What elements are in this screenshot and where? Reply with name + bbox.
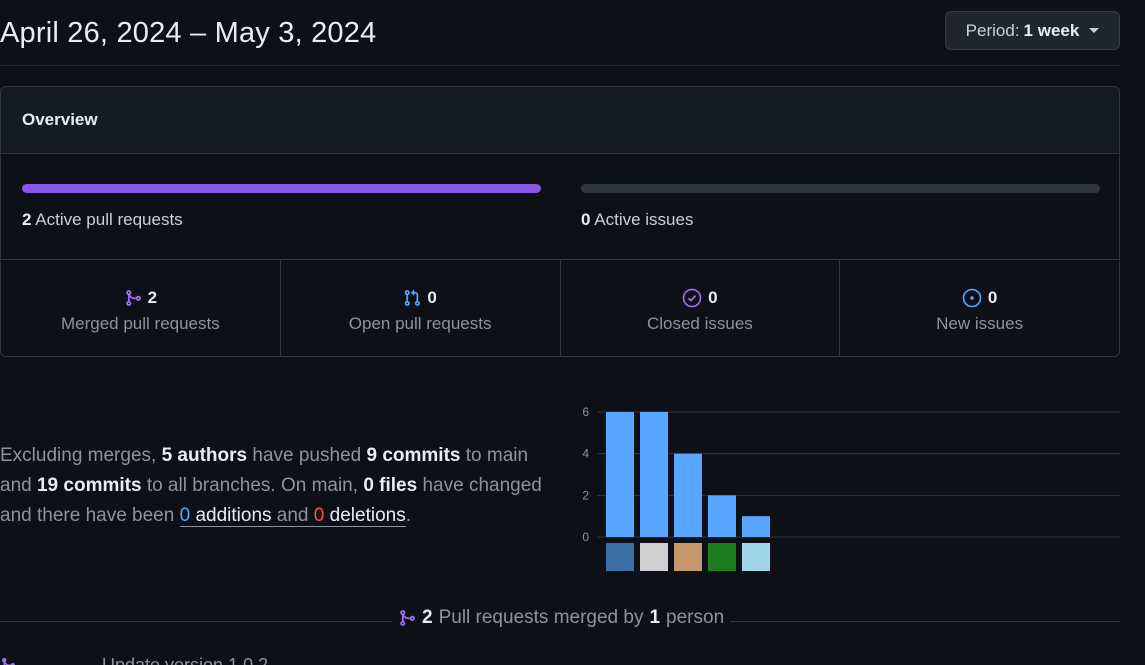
contributor-avatar[interactable] — [708, 543, 736, 571]
active-issues-progress — [581, 184, 1100, 193]
closed-issues-count: 0 — [708, 288, 718, 307]
period-value: 1 week — [1023, 20, 1080, 40]
contributor-avatar[interactable] — [674, 543, 702, 571]
y-tick-label: 4 — [582, 447, 589, 461]
new-issues-label: New issues — [936, 314, 1024, 333]
overview-panel: Overview 2 Active pull requests 0 Active… — [0, 86, 1120, 357]
git-merge-icon — [400, 610, 415, 626]
and-word: and — [276, 505, 309, 526]
open-prs-count: 0 — [427, 288, 437, 307]
commits-all-count: 19 commits — [36, 475, 142, 496]
deletions-count: 0 — [313, 505, 325, 526]
merged-count: 2 — [422, 607, 433, 628]
summary-period: . — [405, 505, 411, 526]
commits-main-count: 9 commits — [366, 445, 461, 466]
chart-bar[interactable] — [606, 412, 634, 537]
stat-new-issues[interactable]: 0 New issues — [840, 260, 1119, 356]
closed-issues-label: Closed issues — [646, 314, 753, 333]
active-issues-count: 0 — [581, 210, 591, 229]
authors-count: 5 authors — [161, 445, 248, 466]
y-tick-label: 2 — [582, 488, 589, 502]
stat-open-prs[interactable]: 0 Open pull requests — [281, 260, 561, 356]
issue-closed-icon — [682, 288, 702, 308]
merged-pr-item[interactable]: Update version 1.0.2 — [0, 655, 268, 665]
summary-text: to all branches. On main, — [146, 475, 359, 496]
additions-label: additions — [195, 505, 272, 526]
active-prs-progress — [22, 184, 541, 193]
y-tick-label: 0 — [582, 530, 589, 544]
chart-bar[interactable] — [640, 412, 668, 537]
active-prs-count: 2 — [22, 210, 32, 229]
summary-text: have pushed — [252, 445, 362, 466]
merged-text-a: Pull requests merged by — [438, 607, 644, 628]
merged-people-count: 1 — [649, 607, 661, 628]
active-prs-label: 2 Active pull requests — [22, 210, 541, 230]
date-range-title: April 26, 2024 – May 3, 2024 — [0, 17, 377, 49]
contributor-avatar[interactable] — [606, 543, 634, 571]
new-issues-count: 0 — [987, 288, 998, 307]
active-issues-block[interactable]: 0 Active issues — [581, 184, 1100, 230]
merged-prs-heading: 2 Pull requests merged by 1 person — [392, 607, 731, 629]
active-issues-text: Active issues — [594, 210, 694, 229]
active-prs-progress-fill — [22, 184, 541, 193]
issue-opened-icon — [962, 288, 982, 308]
diff-stats-link[interactable]: 0 additions and 0 deletions — [179, 505, 406, 527]
active-prs-text: Active pull requests — [35, 210, 183, 229]
active-prs-block[interactable]: 2 Active pull requests — [22, 184, 541, 230]
chart-bar[interactable] — [674, 453, 702, 537]
merged-pr-title: Update version 1.0.2 — [102, 654, 269, 665]
merged-text-b: person — [666, 607, 725, 628]
overview-title: Overview — [1, 87, 1119, 154]
active-issues-label: 0 Active issues — [581, 210, 1100, 230]
merged-prs-label: Merged pull requests — [60, 314, 220, 333]
activity-bars: 2 Active pull requests 0 Active issues — [1, 154, 1119, 260]
page-header: April 26, 2024 – May 3, 2024 Period: 1 w… — [0, 0, 1120, 66]
stats-row: 2 Merged pull requests 0 Open pull reque… — [1, 260, 1119, 356]
contributors-chart: 0 2 4 6 — [582, 405, 1120, 571]
contributor-avatar[interactable] — [742, 543, 770, 571]
git-merge-icon — [2, 658, 15, 665]
contributor-avatar[interactable] — [640, 543, 668, 571]
merged-prs-divider: 2 Pull requests merged by 1 person — [0, 605, 1120, 633]
summary-text: Excluding merges, — [0, 445, 157, 466]
period-prefix: Period: — [965, 20, 1020, 40]
stat-merged-prs[interactable]: 2 Merged pull requests — [1, 260, 281, 356]
deletions-label: deletions — [329, 505, 406, 526]
files-changed-count: 0 files — [363, 475, 418, 496]
stat-closed-issues[interactable]: 0 Closed issues — [561, 260, 841, 356]
chart-bar[interactable] — [742, 516, 770, 537]
additions-count: 0 — [179, 505, 191, 526]
merged-prs-count: 2 — [147, 288, 158, 307]
open-prs-label: Open pull requests — [348, 314, 492, 333]
chart-bar[interactable] — [708, 495, 736, 537]
git-pull-request-icon — [405, 289, 421, 306]
commit-summary: Excluding merges, 5 authors have pushed … — [0, 441, 560, 531]
y-tick-label: 6 — [582, 405, 589, 419]
period-dropdown-button[interactable]: Period: 1 week — [945, 11, 1120, 50]
git-merge-icon — [125, 290, 141, 306]
caret-down-icon — [1089, 28, 1100, 33]
